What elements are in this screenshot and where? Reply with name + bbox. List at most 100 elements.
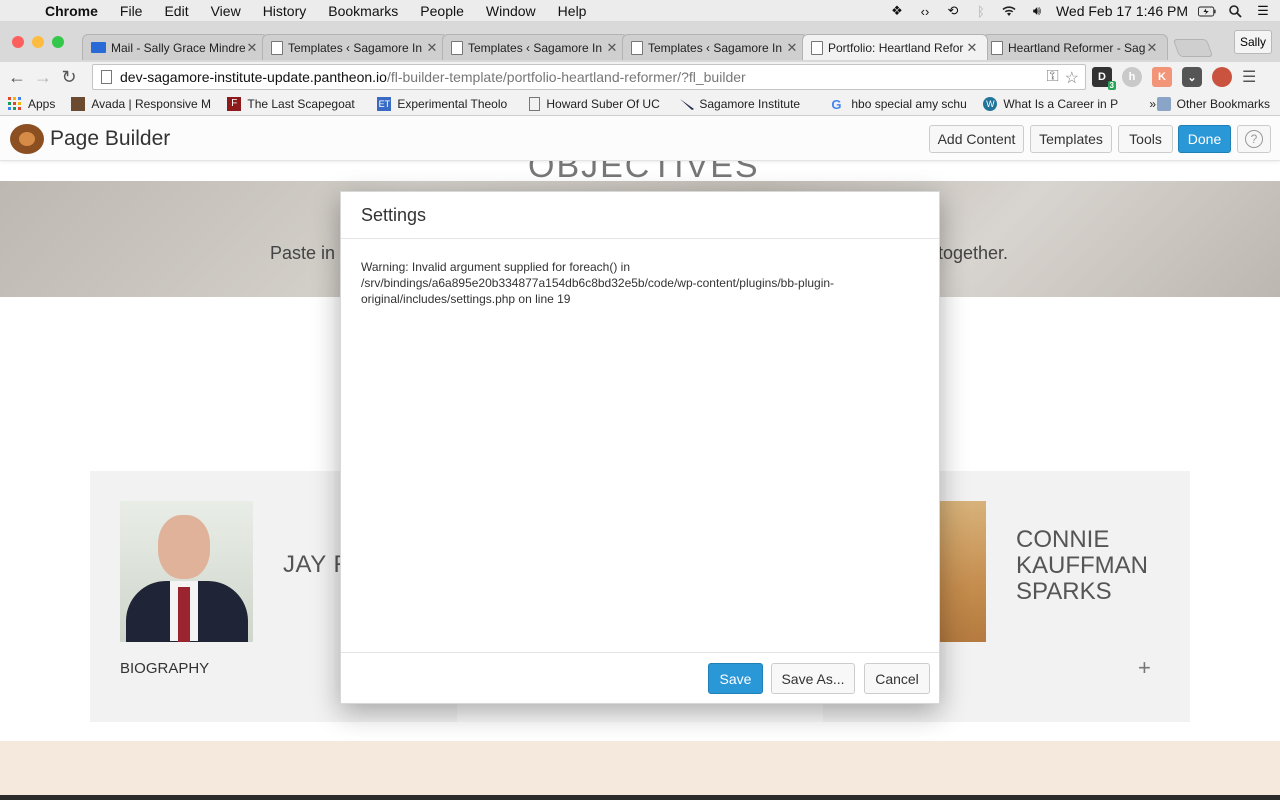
jay-photo — [120, 501, 253, 642]
other-bookmarks[interactable]: Other Bookmarks — [1156, 96, 1270, 111]
biography-toggle[interactable]: BIOGRAPHY — [120, 660, 209, 677]
back-arrow-icon[interactable]: ← — [4, 67, 30, 88]
url-host: dev-sagamore-institute-update.pantheon.i… — [120, 69, 387, 85]
close-tab-icon[interactable]: ✕ — [785, 40, 799, 56]
done-button[interactable]: Done — [1178, 125, 1231, 153]
add-content-button[interactable]: Add Content — [929, 125, 1024, 153]
quill-icon — [679, 97, 695, 111]
save-button[interactable]: Save — [708, 663, 763, 694]
menu-window[interactable]: Window — [475, 3, 547, 19]
zoom-window-button[interactable] — [52, 36, 64, 48]
help-button[interactable]: ? — [1237, 125, 1271, 153]
forward-arrow-icon[interactable]: → — [30, 67, 56, 88]
clock[interactable]: Wed Feb 17 1:46 PM — [1056, 3, 1188, 19]
menu-app-name[interactable]: Chrome — [34, 3, 109, 19]
chrome-menu-icon[interactable]: ☰ — [1242, 67, 1256, 87]
close-tab-icon[interactable]: ✕ — [425, 40, 439, 56]
tab-portfolio-active[interactable]: Portfolio: Heartland Refor ✕ — [802, 34, 988, 60]
banner-text-right: together. — [938, 243, 1009, 263]
warning-line: Warning: Invalid argument supplied for f… — [361, 260, 631, 274]
settings-modal: Settings Warning: Invalid argument suppl… — [340, 191, 940, 704]
status-area: ❖ ‹› ⟲ ᛒ 🔊︎ Wed Feb 17 1:46 PM ☰ — [888, 0, 1272, 22]
person-name-connie: CONNIE KAUFFMAN SPARKS — [1016, 527, 1176, 605]
tomato-icon[interactable] — [1212, 67, 1232, 87]
tab-templates-2[interactable]: Templates ‹ Sagamore In ✕ — [442, 34, 628, 60]
footer-band — [0, 741, 1280, 800]
bookmark-howard-suber[interactable]: Howard Suber Of UC — [529, 96, 663, 111]
menu-bookmarks[interactable]: Bookmarks — [317, 3, 409, 19]
apps-grid-icon — [8, 96, 22, 111]
reload-icon[interactable]: ↻ — [56, 67, 82, 88]
dropbox-icon[interactable]: ❖ — [888, 3, 906, 18]
page-icon — [451, 40, 463, 55]
bookmark-label: Avada | Responsive M — [91, 96, 211, 111]
bookmark-last-scapegoat[interactable]: F The Last Scapegoat — [227, 96, 361, 111]
key-icon[interactable]: ⚿ — [1046, 68, 1058, 88]
h-extension-icon[interactable]: h — [1122, 67, 1142, 87]
tab-title: Templates ‹ Sagamore In — [288, 40, 423, 55]
bluetooth-icon[interactable]: ᛒ — [972, 4, 990, 19]
profile-button[interactable]: Sally — [1234, 30, 1272, 54]
banner-text-left: Paste in a — [270, 243, 351, 263]
close-tab-icon[interactable]: ✕ — [605, 40, 619, 56]
new-tab-button[interactable] — [1172, 39, 1214, 57]
k-extension-icon[interactable]: K — [1152, 67, 1172, 87]
address-bar[interactable]: dev-sagamore-institute-update.pantheon.i… — [92, 64, 1086, 90]
tab-heartland-reformer[interactable]: Heartland Reformer - Sag ✕ — [982, 34, 1168, 60]
bookmark-sagamore-institute[interactable]: Sagamore Institute — [679, 97, 815, 111]
tab-templates-1[interactable]: Templates ‹ Sagamore In ✕ — [262, 34, 448, 60]
volume-icon[interactable]: 🔊︎ — [1028, 3, 1046, 18]
spotlight-icon[interactable] — [1226, 4, 1244, 18]
notification-center-icon[interactable]: ☰ — [1254, 3, 1272, 18]
bookmark-label: Howard Suber Of UC — [546, 96, 660, 111]
templates-button[interactable]: Templates — [1030, 125, 1112, 153]
close-window-button[interactable] — [12, 36, 24, 48]
time-machine-icon[interactable]: ⟲ — [944, 3, 962, 18]
tab-templates-3[interactable]: Templates ‹ Sagamore In ✕ — [622, 34, 808, 60]
browser-tabs: Mail - Sally Grace Mindre ✕ Templates ‹ … — [82, 34, 1214, 62]
google-icon: G — [831, 96, 842, 111]
cancel-button[interactable]: Cancel — [864, 663, 930, 694]
tab-title: Templates ‹ Sagamore In — [468, 40, 603, 55]
bookmark-avada[interactable]: Avada | Responsive M — [71, 96, 211, 111]
minimize-window-button[interactable] — [32, 36, 44, 48]
name-line: CONNIE — [1016, 526, 1110, 553]
bookmark-career[interactable]: W What Is a Career in P — [983, 96, 1131, 111]
code-icon[interactable]: ‹› — [916, 4, 934, 19]
menu-file[interactable]: File — [109, 3, 154, 19]
bookmark-apps[interactable]: Apps — [8, 96, 55, 111]
menu-history[interactable]: History — [252, 3, 318, 19]
extension-icons: D3 h K ⌄ ☰ — [1092, 67, 1256, 90]
help-icon: ? — [1245, 130, 1263, 148]
pocket-icon[interactable]: ⌄ — [1182, 67, 1202, 87]
tools-button[interactable]: Tools — [1118, 125, 1173, 153]
bookmarks-overflow-chevron[interactable]: » — [1149, 97, 1156, 111]
tab-mail[interactable]: Mail - Sally Grace Mindre ✕ — [82, 34, 268, 60]
page-info-icon[interactable] — [101, 70, 112, 84]
bookmark-label: The Last Scapegoat — [247, 96, 355, 111]
battery-icon[interactable] — [1198, 4, 1216, 18]
page-icon — [991, 40, 1003, 55]
menu-view[interactable]: View — [200, 3, 252, 19]
close-tab-icon[interactable]: ✕ — [1145, 40, 1159, 56]
menu-help[interactable]: Help — [547, 3, 598, 19]
f-favicon-icon: F — [227, 96, 242, 111]
bookmark-hbo-special[interactable]: G hbo special amy schu — [831, 97, 967, 111]
expand-plus-icon[interactable]: + — [1138, 655, 1151, 681]
close-tab-icon[interactable]: ✕ — [965, 40, 979, 56]
menu-edit[interactable]: Edit — [153, 3, 199, 19]
page-icon — [811, 40, 823, 55]
tab-title: Templates ‹ Sagamore In — [648, 40, 783, 55]
wifi-icon[interactable] — [1000, 4, 1018, 18]
macos-menu-bar: Chrome File Edit View History Bookmarks … — [0, 0, 1280, 22]
modal-body: Warning: Invalid argument supplied for f… — [341, 239, 939, 327]
tab-title: Heartland Reformer - Sag — [1008, 40, 1145, 55]
tab-title: Portfolio: Heartland Refor — [828, 40, 964, 55]
close-tab-icon[interactable]: ✕ — [245, 40, 259, 56]
menu-people[interactable]: People — [409, 3, 475, 19]
bookmark-experimental-theology[interactable]: ET Experimental Theolo — [377, 96, 513, 111]
d-extension-icon[interactable]: D3 — [1092, 67, 1116, 90]
save-as-button[interactable]: Save As... — [771, 663, 855, 694]
bookmark-star-icon[interactable]: ☆ — [1065, 68, 1079, 88]
objectives-heading: OBJECTIVES — [528, 161, 760, 185]
